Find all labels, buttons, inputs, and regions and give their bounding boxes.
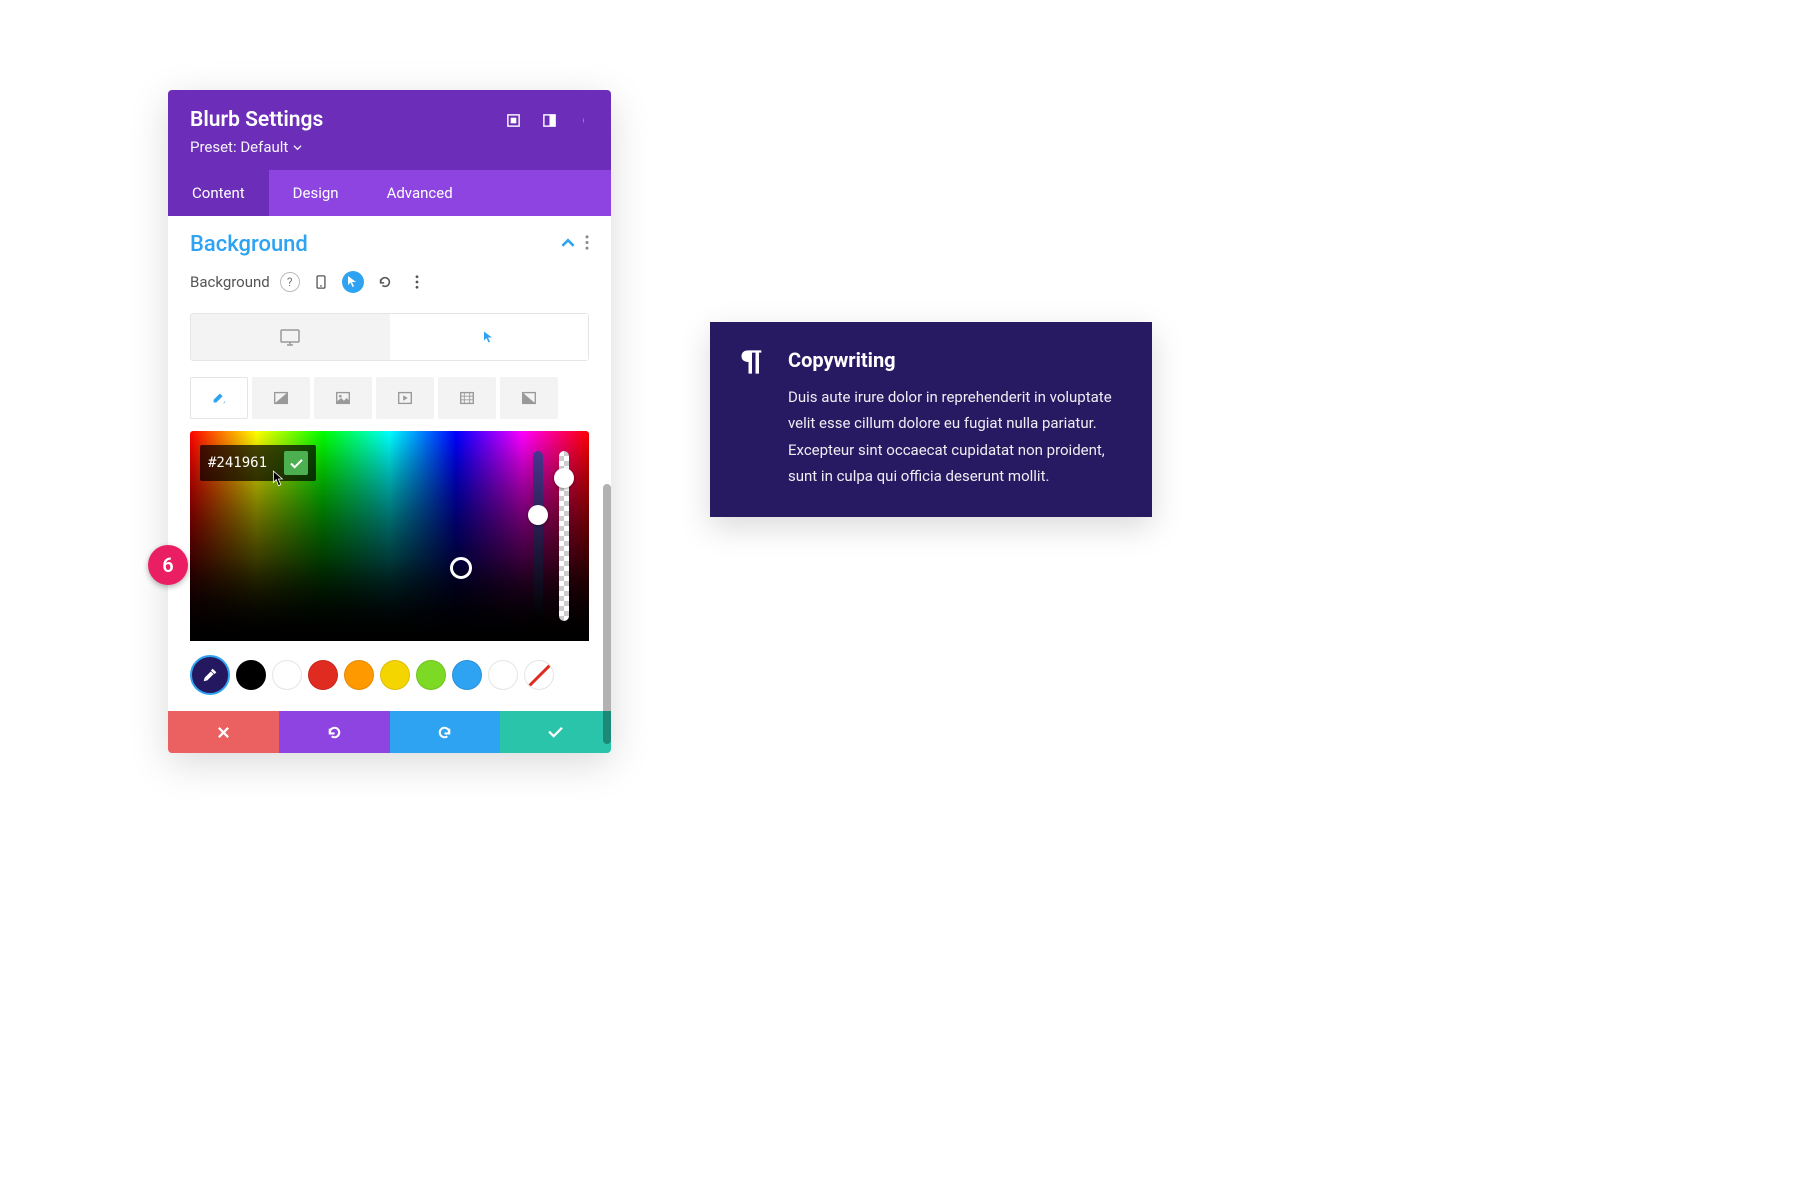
hex-confirm-button[interactable] <box>284 451 308 475</box>
background-type-row <box>190 377 589 419</box>
undo-button[interactable] <box>279 711 390 753</box>
help-icon[interactable]: ? <box>280 272 300 292</box>
bg-type-image[interactable] <box>314 377 372 419</box>
tab-design[interactable]: Design <box>269 170 363 216</box>
field-row: Background ? <box>190 271 589 293</box>
bg-type-gradient[interactable] <box>252 377 310 419</box>
swatch-yellow[interactable] <box>380 660 410 690</box>
hex-input-container <box>200 445 316 481</box>
preview-heading: Copywriting <box>788 348 1122 372</box>
swatch-orange[interactable] <box>344 660 374 690</box>
cancel-button[interactable] <box>168 711 279 753</box>
swatch-black[interactable] <box>236 660 266 690</box>
swatch-white[interactable] <box>272 660 302 690</box>
tab-bar: Content Design Advanced <box>168 170 611 216</box>
state-tab-hover[interactable] <box>390 314 589 360</box>
bg-type-mask[interactable] <box>500 377 558 419</box>
hex-input[interactable] <box>208 455 278 471</box>
panel-header: Blurb Settings Preset: Default <box>168 90 611 170</box>
bg-type-video[interactable] <box>376 377 434 419</box>
paragraph-icon <box>740 348 768 489</box>
preset-selector[interactable]: Preset: Default <box>190 138 589 156</box>
field-label: Background <box>190 273 270 291</box>
swatch-red[interactable] <box>308 660 338 690</box>
preset-label: Preset: Default <box>190 138 288 156</box>
chevron-down-icon <box>293 143 302 152</box>
color-marker[interactable] <box>450 557 472 579</box>
preview-body: Duis aute irure dolor in reprehenderit i… <box>788 384 1122 489</box>
swatch-none[interactable] <box>524 660 554 690</box>
eyedropper-button[interactable] <box>190 655 230 695</box>
state-tab-desktop[interactable] <box>191 314 390 360</box>
more-vertical-icon[interactable] <box>585 235 589 254</box>
save-button[interactable] <box>500 711 611 753</box>
more-vertical-icon[interactable] <box>406 271 428 293</box>
dock-icon[interactable] <box>541 112 557 128</box>
settings-panel: Blurb Settings Preset: Default Content D… <box>168 90 611 753</box>
swatch-row <box>190 655 589 695</box>
tab-content[interactable]: Content <box>168 170 269 216</box>
color-picker-canvas[interactable] <box>190 431 589 641</box>
alpha-slider[interactable] <box>559 451 569 621</box>
swatch-green[interactable] <box>416 660 446 690</box>
bg-type-pattern[interactable] <box>438 377 496 419</box>
section-title[interactable]: Background <box>190 232 308 257</box>
mobile-icon[interactable] <box>310 271 332 293</box>
footer-buttons <box>168 711 611 753</box>
tab-advanced[interactable]: Advanced <box>363 170 477 216</box>
state-tab-bar <box>190 313 589 361</box>
swatch-blue[interactable] <box>452 660 482 690</box>
saturation-slider[interactable] <box>533 451 543 621</box>
bg-type-color[interactable] <box>190 377 248 419</box>
slider-handle[interactable] <box>554 468 574 488</box>
reset-icon[interactable] <box>374 271 396 293</box>
collapse-icon[interactable] <box>561 235 575 254</box>
step-badge: 6 <box>148 545 188 585</box>
redo-button[interactable] <box>390 711 501 753</box>
swatch-empty[interactable] <box>488 660 518 690</box>
expand-icon[interactable] <box>505 112 521 128</box>
hover-icon[interactable] <box>342 271 364 293</box>
more-vertical-icon[interactable] <box>577 112 593 128</box>
preview-card: Copywriting Duis aute irure dolor in rep… <box>710 322 1152 517</box>
slider-handle[interactable] <box>528 505 548 525</box>
scrollbar[interactable] <box>603 484 611 744</box>
cursor-pointer-icon <box>272 470 286 492</box>
